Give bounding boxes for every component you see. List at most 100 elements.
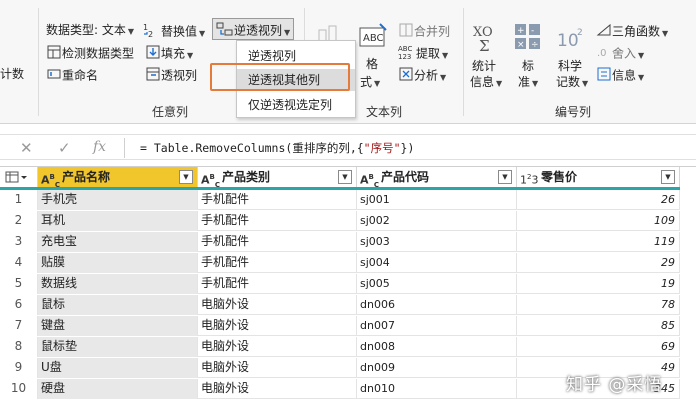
cell-product-name[interactable]: U盘 (38, 358, 198, 378)
filter-dropdown-icon[interactable]: ▼ (338, 170, 352, 184)
unpivot-icon (216, 21, 234, 41)
cell-product-category[interactable]: 手机配件 (198, 232, 357, 252)
data-type-dropdown[interactable]: 数据类型: 文本 ▼ (46, 22, 134, 40)
detect-data-type-button[interactable]: 检测数据类型 (46, 44, 134, 64)
column-header-product-name[interactable]: ABC 产品名称 ▼ (38, 167, 198, 189)
cancel-icon[interactable]: ✕ (20, 139, 33, 157)
cell-product-code[interactable]: dn010 (357, 379, 517, 399)
table-row[interactable]: 8 鼠标垫 电脑外设 dn008 69 (0, 337, 680, 357)
parse-button[interactable]: 分析 ▼ (398, 66, 446, 86)
cell-product-name[interactable]: 数据线 (38, 274, 198, 294)
cell-retail-price[interactable]: 26 (517, 190, 680, 210)
cell-product-code[interactable]: dn006 (357, 295, 517, 315)
table-row[interactable]: 5 数据线 手机配件 sj005 19 (0, 274, 680, 294)
cell-product-code[interactable]: sj001 (357, 190, 517, 210)
row-number[interactable]: 3 (0, 232, 38, 252)
cell-product-name[interactable]: 鼠标垫 (38, 337, 198, 357)
scientific-label-2[interactable]: 记数 ▼ (556, 74, 588, 92)
row-number[interactable]: 9 (0, 358, 38, 378)
extract-button[interactable]: ABC 123 提取 ▼ (398, 44, 448, 64)
cell-product-code[interactable]: dn008 (357, 337, 517, 357)
cell-product-code[interactable]: dn009 (357, 358, 517, 378)
standard-label-2-text: 准 (518, 75, 531, 89)
cell-retail-price[interactable]: 78 (517, 295, 680, 315)
pivot-column-button[interactable]: 透视列 (145, 66, 197, 86)
table-row[interactable]: 1 手机壳 手机配件 sj001 26 (0, 190, 680, 210)
cell-retail-price[interactable]: 69 (517, 337, 680, 357)
rename-button[interactable]: 重命名 (46, 66, 98, 86)
row-number[interactable]: 4 (0, 253, 38, 273)
fx-icon[interactable]: fx (93, 139, 106, 155)
cell-product-code[interactable]: sj005 (357, 274, 517, 294)
cell-product-category[interactable]: 手机配件 (198, 190, 357, 210)
standard-icon[interactable]: + - × ÷ (514, 22, 542, 56)
formula-input[interactable]: = Table.RemoveColumns(重排序的列,{"序号"}) (140, 140, 414, 156)
cell-product-category[interactable]: 电脑外设 (198, 337, 357, 357)
cell-product-name[interactable]: 鼠标 (38, 295, 198, 315)
menu-item-unpivot-selected-only[interactable]: 仅逆透视选定列 (237, 94, 355, 116)
row-number[interactable]: 7 (0, 316, 38, 336)
table-row[interactable]: 7 键盘 电脑外设 dn007 85 (0, 316, 680, 336)
format-button-label[interactable]: 格 (366, 56, 378, 72)
filter-dropdown-icon[interactable]: ▼ (498, 170, 512, 184)
statistics-icon[interactable]: XO Σ (472, 22, 502, 56)
row-number[interactable]: 1 (0, 190, 38, 210)
row-number[interactable]: 8 (0, 337, 38, 357)
cell-retail-price[interactable]: 85 (517, 316, 680, 336)
row-number[interactable]: 2 (0, 211, 38, 231)
column-header-retail-price[interactable]: 123 零售价 ▼ (517, 167, 680, 189)
standard-label-2[interactable]: 准 ▼ (518, 74, 538, 92)
standard-label[interactable]: 标 (522, 58, 534, 74)
cell-retail-price[interactable]: 19 (517, 274, 680, 294)
cell-product-category[interactable]: 电脑外设 (198, 316, 357, 336)
cell-product-name[interactable]: 手机壳 (38, 190, 198, 210)
fill-button[interactable]: 填充 ▼ (145, 44, 193, 64)
statistics-label-2[interactable]: 信息 ▼ (470, 74, 502, 92)
merge-columns-button[interactable]: 合并列 (398, 22, 450, 42)
table-row[interactable]: 3 充电宝 手机配件 sj003 119 (0, 232, 680, 252)
format-icon[interactable]: ABC (358, 22, 388, 54)
table-menu-corner[interactable] (0, 167, 38, 189)
filter-dropdown-icon[interactable]: ▼ (661, 170, 675, 184)
cell-product-category[interactable]: 手机配件 (198, 253, 357, 273)
trigonometry-button[interactable]: 三角函数 ▼ (596, 22, 668, 42)
row-number[interactable]: 10 (0, 379, 38, 399)
statistics-label[interactable]: 统计 (472, 58, 496, 74)
cell-retail-price[interactable]: 109 (517, 211, 680, 231)
table-row[interactable]: 4 贴膜 手机配件 sj004 29 (0, 253, 680, 273)
unpivot-columns-button[interactable]: 逆透视列 ▼ (212, 18, 295, 41)
commit-check-icon[interactable]: ✓ (58, 139, 71, 157)
cell-product-code[interactable]: sj002 (357, 211, 517, 231)
cell-product-category[interactable]: 电脑外设 (198, 295, 357, 315)
cell-product-name[interactable]: 耳机 (38, 211, 198, 231)
cell-retail-price[interactable]: 119 (517, 232, 680, 252)
scientific-label[interactable]: 科学 (558, 58, 582, 74)
cell-product-code[interactable]: sj004 (357, 253, 517, 273)
column-header-product-category[interactable]: ABC 产品类别 ▼ (198, 167, 357, 189)
cell-product-name[interactable]: 键盘 (38, 316, 198, 336)
cell-product-name[interactable]: 充电宝 (38, 232, 198, 252)
cell-retail-price[interactable]: 29 (517, 253, 680, 273)
rounding-button[interactable]: .0 舍入 ▼ (596, 44, 644, 64)
format-button-label-2[interactable]: 式 ▼ (360, 74, 380, 92)
table-row[interactable]: 6 鼠标 电脑外设 dn006 78 (0, 295, 680, 315)
cell-product-code[interactable]: sj003 (357, 232, 517, 252)
column-header-product-code[interactable]: ABC 产品代码 ▼ (357, 167, 517, 189)
fill-label: 填充 (161, 46, 186, 61)
information-button[interactable]: 信息 ▼ (596, 66, 644, 86)
cell-product-code[interactable]: dn007 (357, 316, 517, 336)
svg-text:ABC: ABC (363, 33, 384, 44)
row-number[interactable]: 6 (0, 295, 38, 315)
row-number[interactable]: 5 (0, 274, 38, 294)
cell-product-category[interactable]: 电脑外设 (198, 379, 357, 399)
cell-product-category[interactable]: 手机配件 (198, 274, 357, 294)
cell-product-name[interactable]: 硬盘 (38, 379, 198, 399)
filter-dropdown-icon[interactable]: ▼ (179, 170, 193, 184)
cell-product-category[interactable]: 电脑外设 (198, 358, 357, 378)
scientific-icon[interactable]: 10 2 (556, 24, 586, 54)
table-row[interactable]: 2 耳机 手机配件 sj002 109 (0, 211, 680, 231)
count-rows-label[interactable]: 计数 (0, 66, 24, 82)
cell-product-category[interactable]: 手机配件 (198, 211, 357, 231)
cell-product-name[interactable]: 贴膜 (38, 253, 198, 273)
replace-values-button[interactable]: 12 替换值 ▼ (143, 22, 205, 42)
